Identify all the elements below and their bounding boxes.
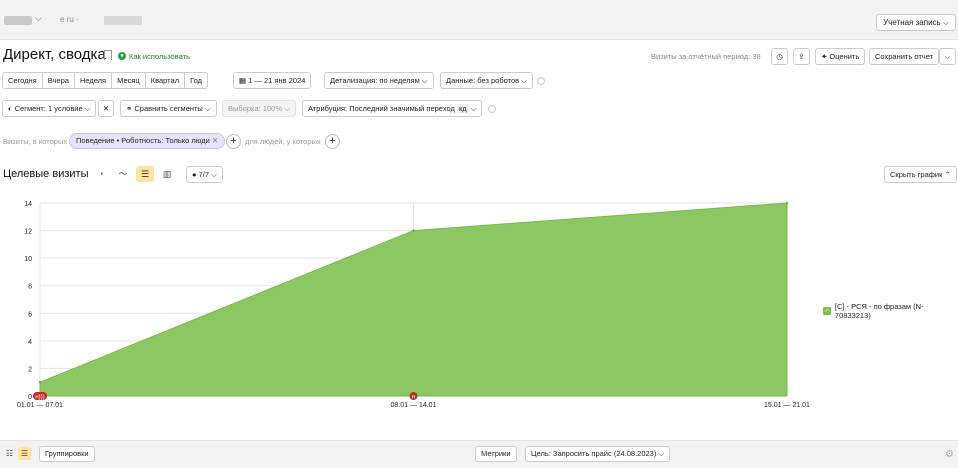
annotation-label: н))) [35,395,44,401]
y-tick-label: 0 [28,394,32,401]
chevron-down-icon: ⌵ [470,104,477,113]
chart-title: Целевые визиты [3,168,89,180]
y-tick-label: 12 [24,229,32,236]
export-button[interactable]: ⇪ [793,48,810,65]
period-year[interactable]: Год [185,73,207,88]
y-axis: 0 2 4 6 8 10 12 14 [24,201,32,401]
bottom-bar: ☷ ☰ Группировки Метрики Цель: Запросить … [0,440,958,468]
visits-count-label: Визиты за отчётный период: 38 [651,52,761,61]
y-tick-label: 6 [28,311,32,318]
info-icon[interactable] [537,77,545,85]
rate-button[interactable]: ✦ Оценить [815,48,866,65]
bar-chart-icon[interactable]: ▥ [158,166,176,182]
chevron-down-icon[interactable]: ⌵ [35,13,42,24]
checkbox-icon[interactable]: ✓ [823,307,831,315]
calendar-icon: ▦ [239,76,249,85]
close-icon: ✕ [102,104,110,113]
pie-icon: ◐ [8,104,15,113]
rate-label: Оценить [829,52,860,61]
y-tick-label: 2 [28,366,32,373]
filter-chip-label: Поведение • Роботность: Только люди [76,136,210,145]
annotation-label: н [412,395,415,401]
data-point[interactable] [785,201,789,205]
comments-dropdown[interactable]: ● 7/7 ⌵ [186,166,223,183]
period-yesterday[interactable]: Вчера [43,73,75,88]
legend-series-label: [С] - РСЯ - по фразам (N-70833213) [834,302,924,320]
add-visit-filter-button[interactable]: + [226,134,241,149]
y-tick-label: 10 [24,256,32,263]
save-menu-button[interactable]: ⌵ [939,48,956,65]
save-report-button[interactable]: Сохранить отчет [869,48,940,65]
compare-label: Сравнить сегменты ⌵ [134,104,211,113]
segment-dropdown[interactable]: ◐ Сегмент: 1 условие ⌵ [2,100,97,117]
chart-legend[interactable]: ✓ [С] - РСЯ - по фразам (N-70833213) [823,302,958,320]
period-week[interactable]: Неделя [75,73,113,88]
top-bar: ⌵ e ru · Учетная запись ⌵ [0,0,958,40]
filter-chip[interactable]: Поведение • Роботность: Только люди ✕ [69,133,226,149]
detail-dropdown[interactable]: Детализация: по неделям ⌵ [324,72,434,89]
date-range-label: 1 — 21 янв 2024 [248,76,306,85]
goal-dropdown[interactable]: Цель: Запросить прайс (24.08.2023) ⌵ [525,446,671,462]
howto-link[interactable]: Как использовать [129,52,190,61]
bookmark-icon[interactable] [104,50,112,60]
comments-count: 7/7 [198,170,210,179]
account-button[interactable]: Учетная запись ⌵ [876,14,956,31]
line-chart-icon[interactable]: 〜 [114,166,132,182]
compare-segments-dropdown[interactable]: ⚭ Сравнить сегменты ⌵ [120,100,217,117]
logo[interactable] [4,16,32,25]
info-icon[interactable] [488,105,496,113]
attribution-dropdown[interactable]: Атрибуция: Последний значимый переход кд… [302,100,483,117]
history-button[interactable]: ◷ [771,48,788,65]
counter-id [104,16,142,25]
add-people-filter-button[interactable]: + [325,134,340,149]
data-point[interactable] [38,381,42,384]
data-dropdown[interactable]: Данные: без роботов ⌵ [440,72,533,89]
list-view-icon[interactable]: ☷ [3,447,16,460]
sample-dropdown[interactable]: Выборка: 100% ⌵ [222,100,296,117]
y-tick-label: 8 [28,284,32,291]
y-tick-label: 4 [28,339,32,346]
tree-view-icon[interactable]: ☰ [18,447,31,460]
x-axis: 01.01 — 07.01 08.01 — 14.01 15.01 — 21.01 [17,402,810,409]
segment-label: Сегмент: 1 условие ⌵ [14,104,91,113]
metrics-button[interactable]: Метрики [475,446,517,462]
attribution-label: Атрибуция: Последний значимый переход [308,104,455,113]
period-selector: Сегодня Вчера Неделя Месяц Квартал Год [2,72,209,89]
x-tick-label: 01.01 — 07.01 [17,402,63,409]
clear-segment-button[interactable]: ✕ [98,100,114,117]
visits-filter-label: Визиты, в которых [3,137,68,146]
page-title: Директ, сводка [3,46,106,63]
comment-icon: ● [192,170,199,179]
attribution-tag: кд [456,104,469,113]
pie-chart-icon[interactable]: ◔ [92,166,110,182]
people-filter-label: для людей, у которых [245,137,321,146]
clock-icon: ◷ [776,52,783,61]
y-tick-label: 14 [24,201,32,208]
share-icon: ⇪ [798,52,805,61]
date-range-button[interactable]: ▦ 1 — 21 янв 2024 [233,72,312,89]
period-quarter[interactable]: Квартал [146,73,186,88]
area-chart: 0 2 4 6 8 10 12 14 01.01 — 07.01 08.01 — 14.01 15… [17,201,810,409]
period-month[interactable]: Месяц [112,73,146,88]
series-area-fill[interactable] [39,202,788,397]
groupings-button[interactable]: Группировки [39,446,95,462]
domain-label: e ru · [60,15,79,24]
x-tick-label: 15.01 — 21.01 [764,402,810,409]
data-point[interactable] [412,229,415,232]
x-tick-label: 08.01 — 14.01 [391,402,437,409]
area-chart-icon[interactable]: ☰ [136,166,154,182]
chevron-down-icon: ⌵ [211,170,217,179]
help-icon[interactable]: ● [118,52,126,60]
close-icon[interactable]: ✕ [212,136,218,145]
hide-chart-button[interactable]: Скрыть график ⌃ [884,166,957,183]
gear-icon[interactable]: ⚙ [945,449,954,460]
period-today[interactable]: Сегодня [3,73,43,88]
chevron-down-icon: ⌵ [944,52,951,61]
